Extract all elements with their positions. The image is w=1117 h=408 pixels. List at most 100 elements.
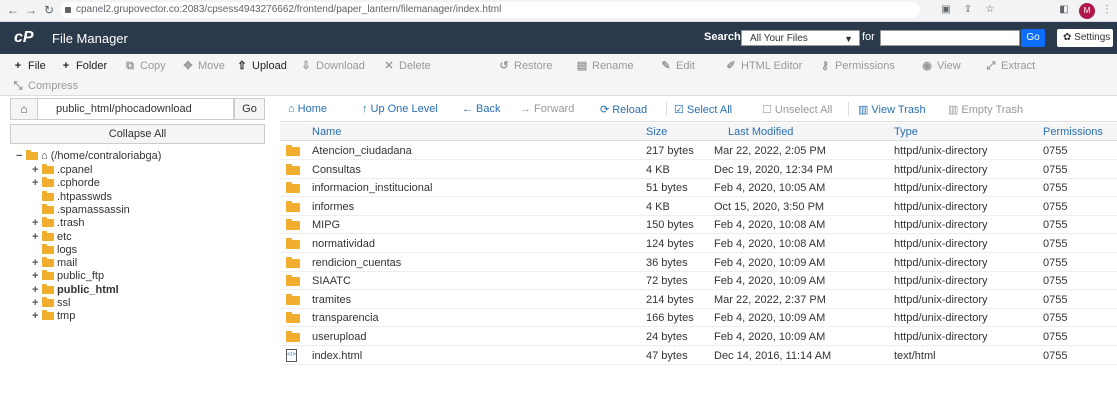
permissions-button[interactable]: ⚷ Permissions: [819, 58, 895, 74]
collapse-all-button[interactable]: Collapse All: [10, 124, 265, 144]
nav-back-button[interactable]: ← Back: [462, 103, 500, 115]
download-button[interactable]: ⇩ Download: [300, 58, 365, 74]
html-file-icon: </>: [286, 348, 297, 362]
arrow-left-icon: ←: [462, 103, 473, 115]
tree-item[interactable]: .htpasswds: [32, 191, 112, 204]
html-editor-button[interactable]: ✐ HTML Editor: [725, 58, 802, 74]
table-row[interactable]: informacion_institucional 51 bytes Feb 4, …: [280, 179, 1117, 198]
upload-button[interactable]: ⇧ Upload: [236, 58, 286, 74]
column-size[interactable]: Size: [646, 126, 667, 138]
file-type: httpd/unix-directory: [894, 275, 988, 288]
home-icon[interactable]: ⌂: [10, 98, 38, 120]
restore-button[interactable]: ↺ Restore: [498, 58, 552, 74]
table-row[interactable]: rendicion_cuentas 36 bytes Feb 4, 2020, 10…: [280, 254, 1117, 272]
expand-toggle-icon[interactable]: +: [32, 270, 42, 283]
column-permissions[interactable]: Permissions: [1043, 126, 1103, 138]
table-row[interactable]: normatividad 124 bytes Feb 4, 2020, 10:08 …: [280, 235, 1117, 253]
page-title: File Manager: [52, 31, 128, 46]
path-go-button[interactable]: Go: [234, 98, 265, 120]
file-permissions: 0755: [1043, 200, 1068, 213]
tree-item[interactable]: + mail: [32, 257, 77, 270]
collapse-toggle-icon[interactable]: −: [16, 150, 26, 163]
table-row[interactable]: MIPG 150 bytes Feb 4, 2020, 10:08 AM httpd/…: [280, 216, 1117, 235]
address-bar[interactable]: cpanel2.grupovector.co:2083/cpsess494327…: [60, 2, 920, 18]
expand-toggle-icon[interactable]: +: [32, 217, 42, 230]
table-row[interactable]: Consultas 4 KB Dec 19, 2020, 12:34 PM httpd…: [280, 161, 1117, 179]
view-button[interactable]: ◉ View: [921, 58, 960, 74]
compress-icon: ⤡: [13, 80, 23, 92]
tree-item[interactable]: logs: [32, 244, 77, 257]
extract-button[interactable]: ⤢ Extract: [985, 58, 1036, 74]
arrow-right-icon: →: [520, 103, 531, 115]
nav-reload-button[interactable]: ⟳ Reload: [600, 103, 647, 116]
html-editor-icon: ✐: [726, 60, 736, 72]
tree-item[interactable]: + public_ftp: [32, 270, 104, 283]
unselect-all-button[interactable]: ☐ Unselect All: [762, 103, 832, 116]
table-row[interactable]: SIAATC 72 bytes Feb 4, 2020, 10:09 AM httpd…: [280, 272, 1117, 291]
share-icon[interactable]: ⇪: [962, 4, 974, 16]
settings-button[interactable]: ✿ Settings: [1057, 29, 1113, 47]
empty-trash-button[interactable]: ▥ Empty Trash: [948, 103, 1023, 116]
column-type[interactable]: Type: [894, 126, 918, 138]
tree-root[interactable]: − ⌂ (/home/contraloriabga): [16, 150, 161, 163]
table-row[interactable]: transparencia 166 bytes Feb 4, 2020, 10:09…: [280, 309, 1117, 328]
copy-button[interactable]: ⧉ Copy: [124, 58, 166, 74]
nav-home-button[interactable]: ⌂ Home: [288, 103, 327, 115]
column-last-modified[interactable]: Last Modified: [728, 126, 793, 138]
new-folder-button[interactable]: + Folder: [60, 58, 107, 74]
table-row[interactable]: tramites 214 bytes Mar 22, 2022, 2:37 PM ht…: [280, 291, 1117, 309]
file-permissions: 0755: [1043, 182, 1068, 195]
new-file-button[interactable]: + File: [12, 58, 46, 74]
column-name[interactable]: Name: [312, 126, 341, 138]
browser-back-icon[interactable]: ←: [6, 3, 20, 17]
compress-button[interactable]: ⤡ Compress: [12, 78, 79, 94]
move-button[interactable]: ✥ Move: [182, 58, 225, 74]
table-row[interactable]: informes 4 KB Oct 15, 2020, 3:50 PM httpd/u…: [280, 198, 1117, 216]
search-scope-select[interactable]: All Your Files ▼: [741, 30, 860, 46]
tree-item-label: logs: [57, 243, 78, 256]
cpanel-logo[interactable]: cP: [14, 29, 34, 47]
tree-item[interactable]: .spamassassin: [32, 204, 130, 217]
tree-item[interactable]: + public_html: [32, 284, 119, 297]
tree-item[interactable]: + .trash: [32, 217, 85, 230]
expand-toggle-icon[interactable]: +: [32, 310, 42, 323]
search-go-button[interactable]: Go: [1021, 29, 1045, 47]
table-row[interactable]: </> index.html 47 bytes Dec 14, 2016, 11:14…: [280, 347, 1117, 365]
rename-button[interactable]: ▤ Rename: [576, 58, 634, 74]
select-all-button[interactable]: ☑ Select All: [674, 103, 732, 116]
search-input[interactable]: [880, 30, 1020, 46]
rename-icon: ▤: [576, 60, 588, 72]
expand-toggle-icon[interactable]: +: [32, 177, 42, 190]
tree-item[interactable]: + .cpanel: [32, 164, 92, 177]
file-permissions: 0755: [1043, 349, 1068, 362]
path-input[interactable]: public_html/phocadownload: [38, 98, 234, 120]
table-row[interactable]: Atencion_ciudadana 217 bytes Mar 22, 2022,…: [280, 142, 1117, 160]
folder-icon: [286, 238, 300, 249]
nav-forward-button[interactable]: → Forward: [520, 103, 574, 115]
tree-item[interactable]: + tmp: [32, 310, 75, 323]
expand-toggle-icon[interactable]: +: [32, 164, 42, 177]
tree-item[interactable]: + .cphorde: [32, 177, 100, 190]
bookmark-star-icon[interactable]: ☆: [984, 4, 996, 16]
tree-item[interactable]: + etc: [32, 231, 72, 244]
folder-icon: [42, 190, 54, 201]
browser-menu-icon[interactable]: ⋮: [1101, 4, 1113, 16]
browser-forward-icon[interactable]: →: [24, 3, 38, 17]
expand-toggle-icon[interactable]: +: [32, 231, 42, 244]
sidebar-toggle-icon[interactable]: ◧: [1058, 4, 1070, 16]
delete-button[interactable]: ✕ Delete: [383, 58, 430, 74]
edit-button[interactable]: ✎ Edit: [660, 58, 695, 74]
profile-avatar[interactable]: M: [1079, 3, 1095, 19]
expand-toggle-icon[interactable]: +: [32, 284, 42, 297]
table-row[interactable]: userupload 24 bytes Feb 4, 2020, 10:09 AM h…: [280, 328, 1117, 346]
nav-up-button[interactable]: ↑ Up One Level: [362, 103, 438, 115]
pencil-icon: ✎: [661, 60, 671, 72]
browser-reload-icon[interactable]: ↻: [42, 3, 56, 17]
expand-toggle-icon[interactable]: +: [32, 257, 42, 270]
screenshot-icon[interactable]: ▣: [940, 4, 952, 16]
folder-icon: [286, 200, 300, 212]
expand-toggle-icon[interactable]: +: [32, 297, 42, 310]
tree-item[interactable]: + ssl: [32, 297, 70, 310]
tree-item-label: .trash: [57, 217, 85, 230]
view-trash-button[interactable]: ▥ View Trash: [858, 103, 926, 116]
